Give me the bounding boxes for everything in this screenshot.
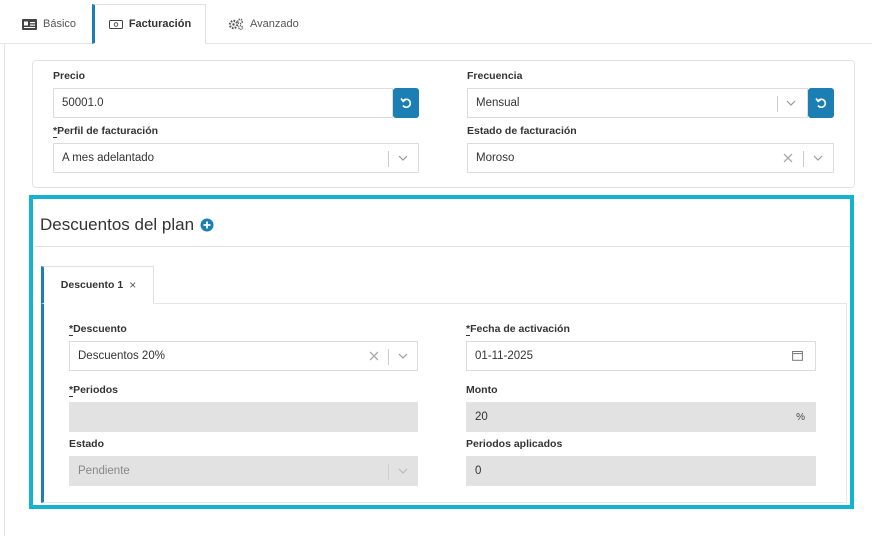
select-separator: [388, 464, 389, 480]
discount-panel: *Descuento Descuentos 20% *Fecha de acti…: [41, 303, 847, 503]
content-left-border: [4, 44, 5, 536]
fecha-activacion-label: *Fecha de activación: [466, 323, 570, 336]
precio-reset-button[interactable]: [393, 88, 419, 118]
discounts-title: Descuentos del plan: [40, 215, 214, 235]
perfil-label: *Perfil de facturación: [53, 125, 159, 138]
chevron-down-icon: [398, 348, 408, 367]
add-discount-icon[interactable]: [200, 218, 214, 232]
tab-basico[interactable]: Básico: [22, 4, 76, 44]
monto-label: Monto: [466, 384, 498, 396]
undo-icon: [400, 98, 412, 108]
periodos-aplicados-label: Periodos aplicados: [466, 438, 563, 450]
descuento-select[interactable]: Descuentos 20%: [69, 341, 418, 371]
discounts-card: Descuentos del plan Descuento 1 × *Descu…: [29, 195, 854, 509]
chevron-down-icon: [813, 150, 823, 169]
estado-label: Estado: [69, 438, 105, 450]
tab-facturacion[interactable]: Facturación: [92, 4, 206, 44]
frecuencia-reset-button[interactable]: [808, 88, 834, 118]
billing-card: Precio 50001.0 Frecuencia Mensual *Perfi…: [32, 60, 855, 188]
estado-facturacion-value: Moroso: [476, 152, 515, 164]
periodos-label: *Periodos: [69, 384, 119, 397]
fecha-activacion-input[interactable]: 01-11-2025: [466, 341, 816, 371]
perfil-value: A mes adelantado: [62, 152, 155, 164]
fecha-activacion-value: 01-11-2025: [475, 350, 533, 362]
tab-basico-label: Básico: [43, 18, 77, 30]
descuento-label: *Descuento: [69, 323, 127, 336]
calendar-icon[interactable]: [792, 350, 803, 364]
clear-icon[interactable]: [369, 348, 379, 367]
precio-input[interactable]: 50001.0: [53, 88, 393, 118]
id-card-icon: [22, 18, 37, 30]
estado-value: Pendiente: [78, 465, 130, 477]
periodos-input[interactable]: [69, 402, 418, 432]
chevron-down-icon: [786, 95, 796, 114]
periodos-aplicados-value: 0: [475, 465, 482, 477]
estado-select[interactable]: Pendiente: [69, 456, 418, 486]
percent-addon: %: [796, 411, 805, 423]
clear-icon[interactable]: [783, 150, 793, 169]
perfil-select[interactable]: A mes adelantado: [53, 143, 419, 173]
select-separator: [388, 151, 389, 167]
select-separator: [777, 96, 778, 112]
estado-facturacion-select[interactable]: Moroso: [467, 143, 834, 173]
monto-value: 20: [475, 411, 488, 423]
select-separator: [803, 151, 804, 167]
discounts-title-text: Descuentos del plan: [40, 215, 195, 234]
frecuencia-select[interactable]: Mensual: [467, 88, 808, 118]
precio-value: 50001.0: [62, 97, 104, 109]
tab-avanzado[interactable]: Avanzado: [228, 4, 299, 44]
precio-label: Precio: [53, 70, 86, 82]
tab-descuento-1[interactable]: Descuento 1 ×: [41, 266, 154, 304]
tab-avanzado-label: Avanzado: [250, 18, 299, 30]
gears-icon: [228, 18, 244, 30]
tab-bar: Básico Facturación Avanzado: [0, 0, 872, 44]
estado-facturacion-label: Estado de facturación: [467, 125, 577, 137]
periodos-aplicados-input[interactable]: 0: [466, 456, 816, 486]
descuento-value: Descuentos 20%: [78, 350, 165, 362]
undo-icon: [815, 98, 827, 108]
select-separator: [388, 349, 389, 365]
monto-input[interactable]: 20 %: [466, 402, 816, 432]
frecuencia-value: Mensual: [476, 97, 520, 109]
tab-facturacion-label: Facturación: [128, 18, 192, 30]
section-divider: [35, 246, 850, 247]
tab-descuento-1-label: Descuento 1: [60, 279, 124, 291]
chevron-down-icon: [398, 463, 408, 482]
frecuencia-label: Frecuencia: [467, 70, 523, 82]
close-tab-icon[interactable]: ×: [129, 278, 136, 292]
money-bill-icon: [108, 19, 123, 29]
chevron-down-icon: [398, 150, 408, 169]
